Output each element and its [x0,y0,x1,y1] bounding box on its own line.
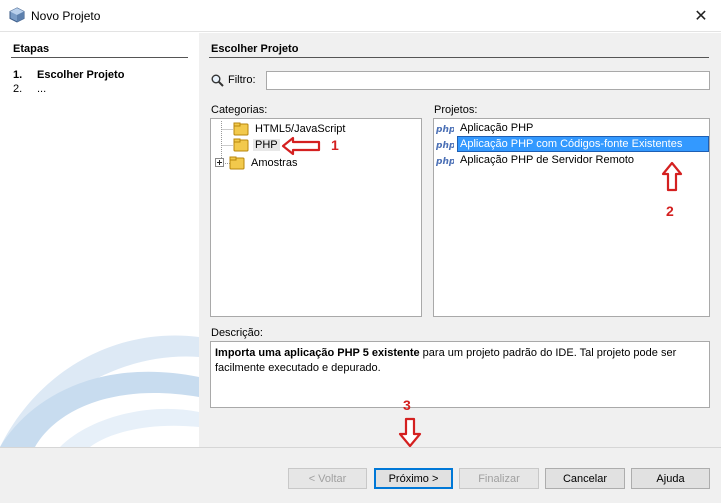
close-button[interactable]: ✕ [681,0,721,32]
annotation-label-3: 3 [403,397,411,413]
window-title: Novo Projeto [31,9,101,23]
steps-heading: Etapas [13,43,50,55]
categories-label: Categorias: [211,104,268,116]
project-item-php-app[interactable]: php Aplicação PHP [435,120,535,136]
next-button[interactable]: Próximo > [374,468,453,489]
finish-button[interactable]: Finalizar [459,468,539,489]
annotation-arrow-left-icon [281,136,321,156]
wizard-button-bar: < Voltar Próximo > Finalizar Cancelar Aj… [0,447,721,503]
step-number: 2. [13,83,23,95]
search-icon [211,74,224,87]
folder-icon [229,156,245,170]
help-button[interactable]: Ajuda [631,468,710,489]
tree-item-label: HTML5/JavaScript [255,123,346,135]
project-item-php-remote-server[interactable]: php Aplicação PHP de Servidor Remoto [435,152,636,168]
netbeans-cube-icon [9,7,25,23]
cancel-button[interactable]: Cancelar [545,468,625,489]
annotation-arrow-up-icon [661,161,683,192]
title-divider [209,57,709,58]
php-icon: php [436,157,454,166]
php-icon: php [436,141,454,150]
svg-text:php: php [436,157,454,166]
steps-divider [11,57,188,58]
filter-label: Filtro: [228,74,256,86]
project-item-label: Aplicação PHP de Servidor Remoto [460,154,635,166]
svg-text:php: php [436,141,454,150]
wizard-content: Escolher Projeto Filtro: Categorias: Pro… [199,33,721,448]
close-icon: ✕ [694,8,708,25]
description-box: Importa uma aplicação PHP 5 existente pa… [210,341,710,408]
svg-text:php: php [436,125,454,134]
title-bar: Novo Projeto ✕ [0,0,721,32]
step-2: 2.... [13,83,46,95]
filter-input[interactable] [266,71,710,90]
annotation-label-2: 2 [666,203,674,219]
expand-plus-icon[interactable] [215,158,225,168]
annotation-arrow-down-icon [398,417,422,448]
folder-icon [233,122,249,136]
step-1: 1. Escolher Projeto [13,69,124,81]
decorative-swoosh-graphic [0,335,199,447]
tree-item-label: PHP [253,139,280,151]
project-item-label: Aplicação PHP com Códigos-fonte Existent… [457,136,709,152]
filter-label-group: Filtro: [211,70,256,90]
php-icon: php [436,125,454,134]
tree-item-amostras[interactable]: Amostras [215,155,299,171]
project-item-php-existing-sources[interactable]: php Aplicação PHP com Códigos-fonte Exis… [435,136,709,152]
project-item-label: Aplicação PHP [460,122,534,134]
description-label: Descrição: [211,327,263,339]
tree-item-php[interactable]: PHP [233,137,280,153]
step-number: 1. [13,69,23,81]
step-label: ... [37,83,47,95]
projects-label: Projetos: [434,104,478,116]
steps-panel: Etapas 1. Escolher Projeto 2.... [0,33,199,447]
tree-item-label: Amostras [251,157,298,169]
step-label: Escolher Projeto [37,69,125,81]
description-bold-text: Importa uma aplicação PHP 5 existente [215,347,420,359]
page-title: Escolher Projeto [211,43,299,55]
back-button[interactable]: < Voltar [288,468,367,489]
annotation-label-1: 1 [331,137,339,153]
folder-icon [233,138,249,152]
tree-item-html5[interactable]: HTML5/JavaScript [233,121,347,137]
